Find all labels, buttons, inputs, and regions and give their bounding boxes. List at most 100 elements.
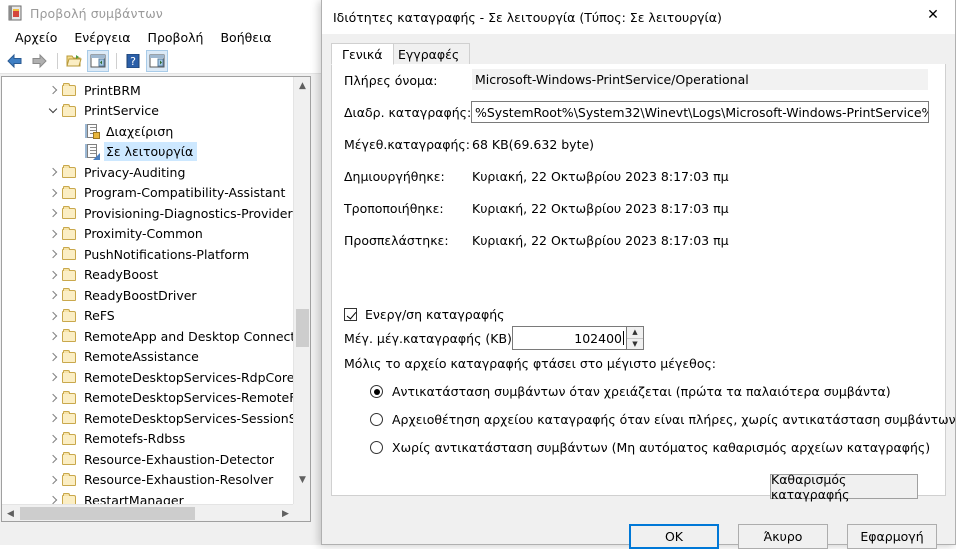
scroll-right-arrow-icon[interactable]: ▶ xyxy=(277,505,294,521)
radio-overwrite-as-needed[interactable]: Αντικατάσταση συμβάντων όταν χρειάζεται … xyxy=(370,384,891,399)
chevron-right-icon[interactable] xyxy=(46,410,62,426)
open-folder-icon[interactable] xyxy=(63,50,85,72)
toolbar-separator xyxy=(57,52,58,69)
radio-do-not-overwrite-label: Χωρίς αντικατάσταση συμβάντων (Μη αυτόμα… xyxy=(392,440,931,455)
enable-logging-checkbox[interactable] xyxy=(344,308,357,321)
chevron-right-icon[interactable] xyxy=(46,431,62,447)
tree-item-label: RemoteApp and Desktop Connection xyxy=(84,328,294,344)
svg-text:?: ? xyxy=(130,55,136,68)
chevron-right-icon[interactable] xyxy=(46,246,62,262)
tree-hscroll-thumb[interactable] xyxy=(20,507,195,520)
tree-item[interactable]: PrintBRM xyxy=(2,80,294,101)
tree-horizontal-scrollbar[interactable]: ◀ ▶ xyxy=(2,504,294,521)
max-log-size-input[interactable]: 102400 xyxy=(512,326,626,350)
tree-item[interactable]: Program-Compatibility-Assistant xyxy=(2,183,294,204)
tree-item[interactable]: RemoteDesktopServices-SessionServ xyxy=(2,408,294,429)
label-full-name: Πλήρες όνομα: xyxy=(344,73,438,88)
tree-item[interactable]: Provisioning-Diagnostics-Provider xyxy=(2,203,294,224)
label-max-log-size: Μέγ. μέγ.καταγραφής (KB): xyxy=(344,331,517,346)
tree-item[interactable]: RemoteDesktopServices-RdpCoreTS xyxy=(2,367,294,388)
back-icon[interactable] xyxy=(4,50,26,72)
tree-item-label: Resource-Exhaustion-Detector xyxy=(84,451,275,467)
chevron-right-icon[interactable] xyxy=(46,369,62,385)
scroll-down-arrow-icon[interactable]: ▼ xyxy=(294,471,310,488)
tree-item[interactable]: Resource-Exhaustion-Detector xyxy=(2,449,294,470)
stepper-down-icon[interactable]: ▼ xyxy=(627,338,643,349)
scrollbar-corner xyxy=(293,504,310,521)
scroll-up-arrow-icon[interactable]: ▲ xyxy=(294,77,310,94)
chevron-right-icon[interactable] xyxy=(46,205,62,221)
tree-item[interactable]: Proximity-Common xyxy=(2,224,294,245)
chevron-right-icon[interactable] xyxy=(46,349,62,365)
apply-button[interactable]: Εφαρμογή xyxy=(847,524,937,549)
stepper-buttons[interactable]: ▲ ▼ xyxy=(626,326,644,350)
event-viewer-icon xyxy=(7,5,23,21)
folder-icon xyxy=(62,206,78,220)
tree-vscroll-thumb[interactable] xyxy=(296,309,309,347)
log-properties-dialog: Ιδιότητες καταγραφής - Σε λειτουργία (Τύ… xyxy=(321,0,956,545)
tree-item[interactable]: Σε λειτουργία xyxy=(2,142,294,163)
chevron-right-icon[interactable] xyxy=(46,267,62,283)
tree-item[interactable]: RemoteApp and Desktop Connection xyxy=(2,326,294,347)
chevron-right-icon[interactable] xyxy=(46,226,62,242)
tree-item[interactable]: PrintService xyxy=(2,101,294,122)
chevron-right-icon[interactable] xyxy=(46,390,62,406)
show-action-pane-icon[interactable] xyxy=(146,49,168,72)
tree-item-label: RemoteDesktopServices-SessionServ xyxy=(84,410,294,426)
tab-general[interactable]: Γενικά xyxy=(331,43,394,65)
tree-item-label: Provisioning-Diagnostics-Provider xyxy=(84,205,293,221)
tree-item[interactable]: RemoteDesktopServices-RemoteFX-S xyxy=(2,388,294,409)
show-hide-console-tree-icon[interactable] xyxy=(87,49,109,72)
console-tree[interactable]: PrintBRM PrintService Διαχείριση Σε λειτουρ… xyxy=(2,77,294,508)
tree-item-label: RemoteDesktopServices-RemoteFX-S xyxy=(84,390,294,406)
scroll-left-arrow-icon[interactable]: ◀ xyxy=(2,505,19,521)
tree-item[interactable]: RemoteAssistance xyxy=(2,347,294,368)
tree-item[interactable]: PushNotifications-Platform xyxy=(2,244,294,265)
chevron-right-icon[interactable] xyxy=(46,308,62,324)
tree-item[interactable]: ReFS xyxy=(2,306,294,327)
radio-do-not-overwrite-button[interactable] xyxy=(370,441,383,454)
tree-item-label: RemoteAssistance xyxy=(84,349,199,365)
chevron-right-icon[interactable] xyxy=(46,185,62,201)
tree-item-label: PrintBRM xyxy=(84,82,141,98)
close-icon[interactable]: ✕ xyxy=(911,0,955,30)
tab-subscriptions[interactable]: Εγγραφές xyxy=(387,43,471,65)
enable-logging-checkbox-row[interactable]: Ενεργ/ση καταγραφής xyxy=(344,307,504,322)
tree-item[interactable]: ReadyBoostDriver xyxy=(2,285,294,306)
chevron-right-icon[interactable] xyxy=(46,328,62,344)
stepper-up-icon[interactable]: ▲ xyxy=(627,327,643,339)
max-log-size-stepper[interactable]: 102400 ▲ ▼ xyxy=(512,326,644,350)
radio-do-not-overwrite[interactable]: Χωρίς αντικατάσταση συμβάντων (Μη αυτόμα… xyxy=(370,440,930,455)
tree-item-label: PushNotifications-Platform xyxy=(84,246,250,262)
tabstrip: Γενικά Εγγραφές xyxy=(331,43,946,65)
radio-archive-when-full-button[interactable] xyxy=(370,413,383,426)
enable-logging-label: Ενεργ/ση καταγραφής xyxy=(365,307,505,322)
radio-overwrite-as-needed-button[interactable] xyxy=(370,385,383,398)
cancel-button[interactable]: Άκυρο xyxy=(738,524,828,549)
radio-archive-when-full[interactable]: Αρχειοθέτηση αρχείου καταγραφής όταν είν… xyxy=(370,412,956,427)
tree-item[interactable]: Resource-Exhaustion-Resolver xyxy=(2,470,294,491)
tree-vertical-scrollbar[interactable]: ▲ ▼ xyxy=(293,77,310,505)
ok-button[interactable]: OK xyxy=(629,524,719,549)
menu-view[interactable]: Προβολή xyxy=(140,28,213,47)
tree-item[interactable]: Διαχείριση xyxy=(2,121,294,142)
forward-icon[interactable] xyxy=(28,50,50,72)
chevron-right-icon[interactable] xyxy=(46,451,62,467)
menu-file[interactable]: Αρχείο xyxy=(7,28,66,47)
chevron-right-icon[interactable] xyxy=(46,472,62,488)
tree-item[interactable]: Privacy-Auditing xyxy=(2,162,294,183)
log-path-input[interactable]: %SystemRoot%\System32\Winevt\Logs\Micros… xyxy=(471,101,929,123)
help-icon[interactable]: ? xyxy=(122,50,144,72)
value-modified: Κυριακή, 22 Οκτωβρίου 2023 8:17:03 πμ xyxy=(472,201,729,216)
chevron-right-icon[interactable] xyxy=(46,82,62,98)
tree-item[interactable]: ReadyBoost xyxy=(2,265,294,286)
chevron-right-icon[interactable] xyxy=(46,164,62,180)
menu-help[interactable]: Βοήθεια xyxy=(212,28,280,47)
chevron-right-icon[interactable] xyxy=(46,287,62,303)
folder-icon xyxy=(62,83,78,97)
label-modified: Τροποποιήθηκε: xyxy=(344,201,444,216)
clear-log-button[interactable]: Καθαρισμός καταγραφής xyxy=(770,472,918,502)
tree-item[interactable]: Remotefs-Rdbss xyxy=(2,429,294,450)
menu-action[interactable]: Ενέργεια xyxy=(66,28,139,47)
chevron-down-icon[interactable] xyxy=(46,103,62,119)
